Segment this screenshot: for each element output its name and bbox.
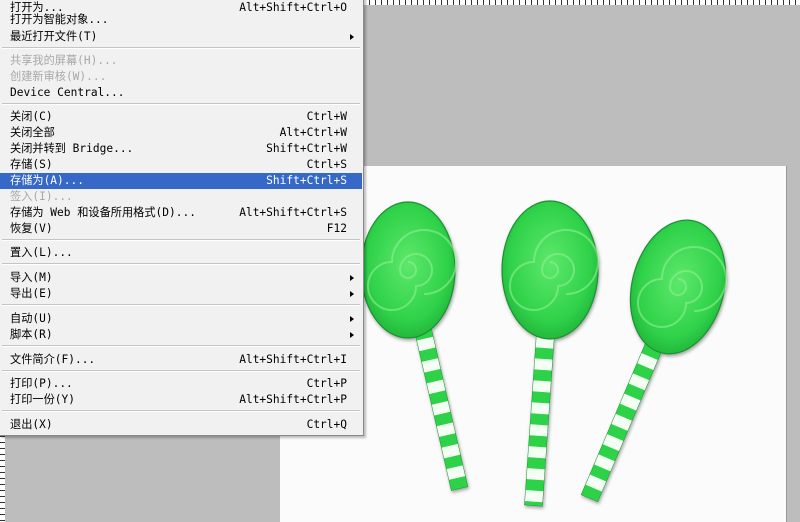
submenu-arrow-icon: [350, 291, 354, 297]
menu-separator: [2, 239, 360, 241]
menu-separator: [2, 47, 360, 49]
menu-separator: [2, 304, 360, 306]
submenu-arrow-icon: [350, 332, 354, 338]
menu-item-file-info[interactable]: 文件简介(F)... Alt+Shift+Ctrl+I: [0, 352, 362, 368]
left-ruler: [0, 436, 5, 522]
file-menu: 打开为... Alt+Shift+Ctrl+O 打开为智能对象... 最近打开文…: [0, 0, 364, 436]
menu-item-scripts[interactable]: 脚本(R): [0, 327, 362, 343]
menu-separator: [2, 345, 360, 347]
menu-item-import[interactable]: 导入(M): [0, 270, 362, 286]
menu-item-share-screen: 共享我的屏幕(H)...: [10, 54, 118, 67]
menu-separator: [2, 410, 360, 412]
menu-item-automate[interactable]: 自动(U): [0, 311, 362, 327]
menu-separator: [2, 370, 360, 372]
menu-item-close-go-to-bridge[interactable]: 关闭并转到 Bridge... Shift+Ctrl+W: [0, 141, 362, 157]
menu-item-place[interactable]: 置入(L)...: [0, 245, 362, 261]
menu-item-device-central[interactable]: Device Central...: [0, 85, 362, 101]
submenu-arrow-icon: [350, 316, 354, 322]
menu-item-print-one-copy[interactable]: 打印一份(Y) Alt+Shift+Ctrl+P: [0, 392, 362, 408]
lollipop-2: [501, 200, 599, 507]
menu-item-print[interactable]: 打印(P)... Ctrl+P: [0, 376, 362, 392]
lollipop-1: [360, 201, 469, 491]
menu-item-recent-files[interactable]: 最近打开文件(T): [0, 29, 362, 45]
menu-item-close[interactable]: 关闭(C) Ctrl+W: [0, 109, 362, 125]
menu-item-save-for-web[interactable]: 存储为 Web 和设备所用格式(D)... Alt+Shift+Ctrl+S: [0, 205, 362, 221]
menu-item-create-review: 创建新审核(W)...: [10, 70, 107, 83]
submenu-arrow-icon: [350, 34, 354, 40]
menu-item-check-in: 签入(I)...: [10, 190, 73, 203]
menu-separator: [2, 103, 360, 105]
menu-item-exit[interactable]: 退出(X) Ctrl+Q: [0, 417, 362, 433]
menu-item-save-as[interactable]: 存储为(A)... Shift+Ctrl+S: [0, 173, 362, 189]
menu-item-open-as-smart-object[interactable]: 打开为智能对象...: [0, 12, 362, 28]
top-ruler: [363, 0, 800, 5]
lollipop-3: [580, 219, 727, 503]
menu-item-export[interactable]: 导出(E): [0, 286, 362, 302]
menu-item-close-all[interactable]: 关闭全部 Alt+Ctrl+W: [0, 125, 362, 141]
menu-item-save[interactable]: 存储(S) Ctrl+S: [0, 157, 362, 173]
menu-item-revert[interactable]: 恢复(V) F12: [0, 221, 362, 237]
submenu-arrow-icon: [350, 275, 354, 281]
menu-separator: [2, 263, 360, 265]
